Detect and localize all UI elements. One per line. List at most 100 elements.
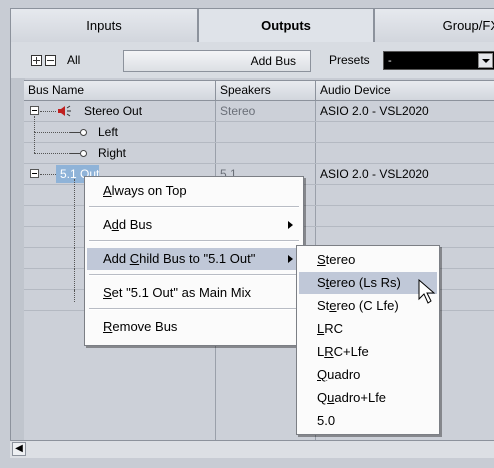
menu-item-label: tereo <box>325 252 356 267</box>
column-header-audio-device[interactable]: Audio Device <box>316 81 494 101</box>
table-row[interactable]: Left <box>24 116 494 143</box>
tree-line <box>34 116 35 132</box>
submenu-item-stereo[interactable]: Stereo <box>299 249 437 271</box>
chevron-down-icon[interactable] <box>478 53 493 68</box>
horizontal-scrollbar[interactable]: ◀ <box>10 440 494 458</box>
submenu-item-5-0[interactable]: 5.0 <box>299 410 437 432</box>
mnemonic: C <box>129 251 140 266</box>
mouse-cursor-icon <box>418 279 436 304</box>
submenu-item-lrc-lfe[interactable]: LRC+Lfe <box>299 341 437 363</box>
submenu-item-quadro-lfe[interactable]: Quadro+Lfe <box>299 387 437 409</box>
tree-line <box>74 248 75 269</box>
menu-item-label: RC <box>324 321 344 336</box>
collapse-toggle-icon[interactable] <box>30 106 39 115</box>
audio-device-value[interactable]: ASIO 2.0 - VSL2020 <box>316 101 429 121</box>
menu-item-set-main-mix[interactable]: Set "5.1 Out" as Main Mix <box>87 282 301 304</box>
menu-item-add-bus[interactable]: Add Bus <box>87 214 301 236</box>
menu-separator <box>89 240 299 242</box>
menu-item-label: et "5.1 Out" as Main Mix <box>111 285 251 300</box>
mnemonic: Q <box>317 367 328 382</box>
minus-box-icon[interactable] <box>45 55 56 66</box>
tree-line <box>74 269 75 290</box>
all-label: All <box>67 53 81 67</box>
mnemonic: S <box>317 252 326 267</box>
tab-outputs-label: Outputs <box>261 18 311 33</box>
column-header-speakers[interactable]: Speakers <box>216 81 316 101</box>
tree-line <box>74 227 75 248</box>
menu-item-label: ereo (Ls Rs) <box>329 275 401 290</box>
tab-outputs[interactable]: Outputs <box>198 8 374 42</box>
menu-item-label: lways on Top <box>111 183 187 198</box>
tab-inputs-label: Inputs <box>86 18 122 33</box>
mnemonic: R <box>103 319 113 334</box>
mnemonic: d <box>111 217 119 232</box>
presets-label: Presets <box>329 53 370 67</box>
vst-connections-window: Inputs Outputs Group/FX All Add Bus Pres… <box>0 0 494 468</box>
tree-line <box>34 153 70 154</box>
menu-item-label: adro+Lfe <box>334 390 387 405</box>
tree-line <box>74 179 75 205</box>
submenu-item-stereo-c-lfe[interactable]: Stereo (C Lfe) <box>299 295 437 317</box>
menu-item-add-child-bus[interactable]: Add Child Bus to "5.1 Out" <box>87 248 301 270</box>
presets-value: - <box>388 55 392 67</box>
channel-pin-icon <box>80 129 87 136</box>
collapse-toggle-icon[interactable] <box>30 169 39 178</box>
submenu-arrow-icon <box>288 255 293 263</box>
menu-item-always-on-top[interactable]: Always on Top <box>87 180 301 202</box>
tab-group-fx-label: Group/FX <box>442 18 494 33</box>
presets-dropdown[interactable]: - <box>383 51 494 70</box>
tree-line <box>34 132 35 153</box>
menu-item-label: S <box>317 275 326 290</box>
table-row[interactable]: Stereo Out Stereo ASIO 2.0 - VSL2020 <box>24 101 494 122</box>
mnemonic: S <box>103 285 112 300</box>
tree-line <box>70 132 80 133</box>
arrow-left-icon[interactable]: ◀ <box>12 442 26 456</box>
tree-line <box>70 153 80 154</box>
tree-line <box>74 206 75 227</box>
submenu-item-quadro[interactable]: Quadro <box>299 364 437 386</box>
speaker-icon <box>58 105 71 117</box>
menu-item-label: uadro <box>327 367 361 382</box>
tab-inputs[interactable]: Inputs <box>10 8 198 42</box>
menu-item-label: reo (C Lfe) <box>336 298 399 313</box>
column-header-bus-name[interactable]: Bus Name <box>24 81 216 101</box>
tab-group-fx[interactable]: Group/FX <box>374 8 494 42</box>
table-row[interactable]: Right <box>24 132 494 164</box>
submenu-arrow-icon <box>288 221 293 229</box>
menu-item-label: 5.0 <box>317 413 336 428</box>
submenu-item-lrc[interactable]: LRC <box>299 318 437 340</box>
menu-separator <box>89 274 299 276</box>
menu-separator <box>89 308 299 310</box>
left-gutter <box>10 78 25 440</box>
bus-name: Stereo Out <box>84 104 143 118</box>
menu-item-label: d Bus <box>118 217 153 232</box>
add-bus-label: Add Bus <box>250 54 296 68</box>
tree-line <box>40 111 56 112</box>
channel-pin-icon <box>80 150 87 157</box>
menu-item-label: emove Bus <box>112 319 178 334</box>
plus-box-icon[interactable] <box>31 55 42 66</box>
submenu-child-bus: Stereo Stereo (Ls Rs) Stereo (C Lfe) LRC… <box>296 245 440 435</box>
menu-item-label: hild Bus to "5.1 Out" <box>139 251 256 266</box>
toolbar: All Add Bus Presets - <box>10 42 494 78</box>
mnemonic: e <box>329 298 337 313</box>
menu-item-label: Add <box>103 251 130 266</box>
menu-item-label: Q <box>317 390 328 405</box>
tab-bar: Inputs Outputs Group/FX <box>10 8 494 42</box>
menu-item-label: St <box>317 298 330 313</box>
channel-name: Right <box>98 146 127 160</box>
context-menu: Always on Top Add Bus Add Child Bus to "… <box>84 176 304 346</box>
menu-item-remove-bus[interactable]: Remove Bus <box>87 316 301 338</box>
tree-line <box>74 290 75 302</box>
tree-line <box>40 174 56 175</box>
add-bus-button[interactable]: Add Bus <box>123 50 311 72</box>
mnemonic: R <box>324 344 334 359</box>
mnemonic: A <box>103 183 112 198</box>
tree-line <box>34 132 70 133</box>
menu-item-label: C+Lfe <box>333 344 369 359</box>
menu-separator <box>89 206 299 208</box>
channel-name: Left <box>98 125 119 139</box>
menu-item-label: A <box>103 217 112 232</box>
audio-device-value[interactable]: ASIO 2.0 - VSL2020 <box>316 164 429 184</box>
submenu-item-stereo-ls-rs[interactable]: Stereo (Ls Rs) <box>299 272 437 294</box>
